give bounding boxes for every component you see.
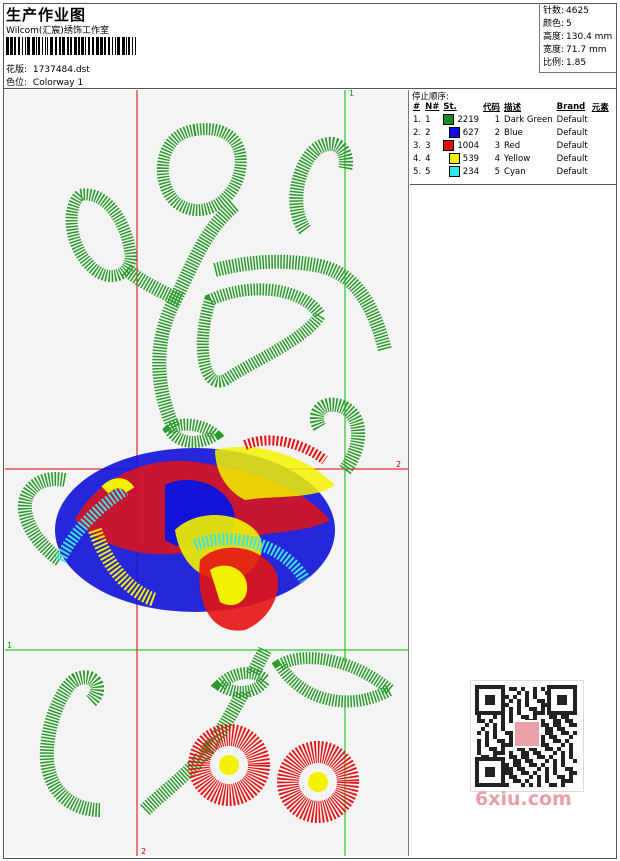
embroidery-preview: 1 2 1 2 (5, 90, 408, 856)
row-brand: Default (556, 114, 588, 125)
row-index: 5. (413, 166, 422, 177)
barcode-image (6, 37, 136, 55)
row-code: 2 (494, 127, 501, 138)
row-index: 2. (413, 127, 422, 138)
row-element (590, 139, 611, 152)
design-file: 花版: 1737484.dst (6, 62, 90, 75)
row-brand: Default (556, 140, 588, 151)
guide-marker-right: 2 (396, 460, 401, 469)
watermark-text: 6xiu.com (475, 788, 572, 810)
color-swatch (443, 140, 455, 151)
row-stitch-count: 627 (441, 126, 481, 139)
color-swatch (448, 166, 460, 177)
colorway-value: Colorway 1 (32, 78, 84, 88)
design-label: 花版: (6, 65, 28, 75)
design-value: 1737484.dst (32, 65, 90, 75)
row-number: 2 (425, 127, 431, 138)
colorway: 色位: Colorway 1 (6, 75, 83, 88)
row-stitch-count: 539 (441, 152, 481, 165)
row-code: 1 (494, 114, 501, 125)
table-row: 1. 1 2219 1 Dark Green Default (411, 113, 611, 126)
row-brand: Default (556, 127, 588, 138)
row-description: Red (504, 140, 521, 151)
row-brand: Default (556, 153, 588, 164)
row-number: 3 (425, 140, 431, 151)
row-description: Dark Green (504, 114, 553, 125)
row-number: 5 (425, 166, 431, 177)
company-name: Wilcom(汇宸)绣饰工作室 (6, 26, 109, 36)
qr-code (470, 680, 584, 792)
stats-box: 针数: 4625 颜色: 5 高度: 130.4 mm 宽度: 71.7 mm 比例: 1… (539, 3, 617, 73)
row-element (590, 152, 611, 165)
row-code: 5 (494, 166, 501, 177)
small-flower-1 (188, 724, 270, 806)
row-description: Yellow (504, 153, 531, 164)
row-index: 3. (413, 140, 422, 151)
sheet-title: 生产作业图 (6, 6, 87, 24)
color-swatch (448, 153, 460, 164)
stop-sequence-table: # N# St. 代码 描述 Brand 元素 1. 1 2219 1 Dark Gre… (411, 100, 611, 178)
table-row: 5. 5 234 5 Cyan Default (411, 165, 611, 178)
row-element (590, 126, 611, 139)
row-code: 4 (494, 153, 501, 164)
table-row: 4. 4 539 4 Yellow Default (411, 152, 611, 165)
stat-height: 高度: 130.4 mm (543, 32, 613, 42)
color-swatch (448, 127, 460, 138)
row-stitch-count: 234 (441, 165, 481, 178)
stop-sequence-panel: 停止顺序: # N# St. 代码 描述 Brand 元素 1. 1 2219 1 Da… (410, 89, 617, 185)
stat-width: 宽度: 71.7 mm (543, 45, 607, 55)
row-element (590, 165, 611, 178)
row-code: 3 (494, 140, 501, 151)
row-description: Cyan (504, 166, 526, 177)
stat-stitches: 针数: 4625 (543, 6, 589, 16)
small-flower-2 (277, 741, 359, 823)
table-row: 3. 3 1004 3 Red Default (411, 139, 611, 152)
row-number: 1 (425, 114, 431, 125)
design-canvas: 1 2 1 2 (5, 90, 409, 856)
row-brand: Default (556, 166, 588, 177)
row-element (590, 113, 611, 126)
guide-marker-top: 1 (349, 90, 354, 98)
row-description: Blue (504, 127, 523, 138)
row-number: 4 (425, 153, 431, 164)
row-stitch-count: 1004 (441, 139, 481, 152)
guide-marker-left: 1 (7, 641, 12, 650)
table-row: 2. 2 627 2 Blue Default (411, 126, 611, 139)
row-stitch-count: 2219 (441, 113, 481, 126)
row-index: 1. (413, 114, 422, 125)
row-index: 4. (413, 153, 422, 164)
colorway-label: 色位: (6, 78, 28, 88)
stat-scale: 比例: 1.85 (543, 58, 587, 68)
table-header-row: # N# St. 代码 描述 Brand 元素 (413, 101, 609, 113)
stat-colors: 颜色: 5 (543, 19, 572, 29)
color-swatch (443, 114, 455, 125)
guide-marker-bottom: 2 (141, 847, 146, 856)
